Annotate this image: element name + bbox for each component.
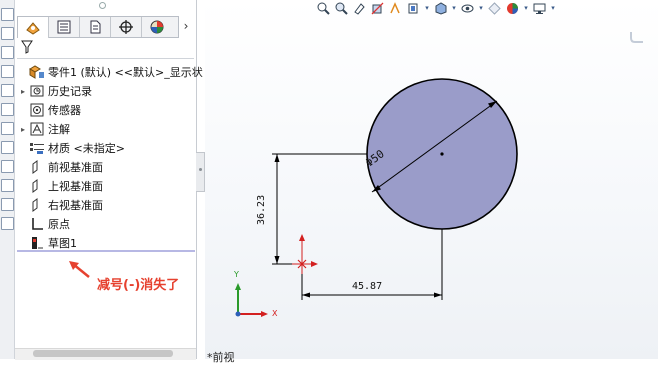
- feature-icon[interactable]: [1, 84, 14, 97]
- sketch-canvas: [235, 78, 518, 317]
- origin-icon: [29, 217, 45, 231]
- feature-tree-icon: [26, 21, 40, 35]
- tree-item-label: 零件1 (默认) <<默认>_显示状: [48, 66, 203, 79]
- circle-center-point[interactable]: [440, 152, 444, 156]
- material-icon: [29, 141, 45, 155]
- tree-item-right-plane[interactable]: 右视基准面: [17, 196, 103, 214]
- annotation-arrow-icon: [69, 261, 90, 278]
- triad-x-arrow: [261, 311, 268, 317]
- tree-item-label: 右视基准面: [48, 199, 103, 212]
- tree-item-label: 注解: [48, 123, 70, 136]
- tab-featuremanager[interactable]: [18, 17, 49, 38]
- tree-item-sensors[interactable]: 传感器: [17, 101, 81, 119]
- tree-item-label: 前视基准面: [48, 161, 103, 174]
- tree-item-history[interactable]: ▸ 历史记录: [17, 82, 92, 100]
- tree-item-annotations[interactable]: ▸ 注解: [17, 120, 70, 138]
- tree-item-front-plane[interactable]: 前视基准面: [17, 158, 103, 176]
- tree-item-label: 历史记录: [48, 85, 92, 98]
- origin-x-arrow: [311, 261, 318, 267]
- tree-item-material[interactable]: 材质 <未指定>: [17, 139, 125, 157]
- smart-icon[interactable]: [1, 141, 14, 154]
- tree-item-origin[interactable]: 原点: [17, 215, 70, 233]
- filter-divider: [17, 58, 194, 59]
- tree-expander[interactable]: ▸: [17, 87, 29, 96]
- tree-item-label: 材质 <未指定>: [48, 142, 125, 155]
- dimension-icon[interactable]: [1, 103, 14, 116]
- panel-grip-icon[interactable]: [99, 2, 106, 9]
- view-icon[interactable]: [1, 179, 14, 192]
- tree-expander[interactable]: ▸: [17, 125, 29, 134]
- rollback-bar[interactable]: [17, 250, 195, 252]
- plane-icon: [29, 198, 45, 212]
- sketch-icon: [29, 236, 45, 250]
- tree-item-top-plane[interactable]: 上视基准面: [17, 177, 103, 195]
- tree-item-label: 上视基准面: [48, 180, 103, 193]
- measure-icon[interactable]: [1, 198, 14, 211]
- display-icon[interactable]: [1, 160, 14, 173]
- config-icon: [90, 20, 101, 34]
- tree-item-label: 草图1: [48, 237, 77, 250]
- vertical-dim-arrow-bottom: [274, 256, 280, 264]
- tab-display[interactable]: [142, 17, 172, 37]
- annotation-icon: [29, 122, 45, 136]
- appearance-icon: [150, 20, 164, 34]
- tree-item-part[interactable]: 零件1 (默认) <<默认>_显示状: [17, 63, 203, 81]
- extrude-icon[interactable]: [1, 27, 14, 40]
- triad-x-label: X: [272, 309, 278, 318]
- history-icon: [29, 84, 45, 98]
- horizontal-dim-label[interactable]: 45.87: [352, 281, 382, 292]
- loft-icon[interactable]: [1, 65, 14, 78]
- tab-configurationmanager[interactable]: [80, 17, 111, 37]
- revolve-icon[interactable]: [1, 46, 14, 59]
- scrollbar-thumb[interactable]: [33, 350, 173, 357]
- horizontal-dim-arrow-left: [302, 292, 310, 298]
- left-command-toolbar: [0, 0, 15, 359]
- vertical-dim-label[interactable]: 36.23: [256, 195, 267, 225]
- filter-icon[interactable]: [21, 40, 33, 54]
- part-icon: [29, 65, 45, 79]
- evaluate-icon[interactable]: [1, 217, 14, 230]
- property-icon: [57, 20, 71, 34]
- triad-origin: [235, 311, 241, 317]
- plane-icon: [29, 179, 45, 193]
- crosshair-icon: [119, 20, 133, 34]
- sensor-icon: [29, 103, 45, 117]
- relation-icon[interactable]: [1, 122, 14, 135]
- tab-propertymanager[interactable]: [49, 17, 80, 37]
- feature-manager-panel: › 零件1 (默认) <<默认>_显示状 ▸ 历史记录 传感器 ▸ 注解 材质 …: [15, 0, 203, 360]
- origin-y-arrow: [299, 234, 305, 241]
- feature-manager-tabs: [17, 16, 179, 38]
- tab-dimxpert[interactable]: [111, 17, 142, 37]
- panel-splitter[interactable]: [196, 152, 205, 192]
- horizontal-dim-arrow-right: [434, 292, 442, 298]
- tabs-more-button[interactable]: ›: [180, 16, 192, 36]
- triad-y-arrow: [235, 283, 241, 290]
- splitter-grip-icon: [199, 168, 202, 171]
- tree-item-label: 传感器: [48, 104, 81, 117]
- tree-item-label: 原点: [48, 218, 70, 231]
- triad-y-label: Y: [234, 270, 239, 279]
- plane-icon: [29, 160, 45, 174]
- view-name-label: *前视: [207, 351, 235, 364]
- vertical-dim-arrow-top: [274, 154, 280, 162]
- annotation-note: 减号(-)消失了: [97, 278, 180, 293]
- sketch-icon[interactable]: [1, 8, 14, 21]
